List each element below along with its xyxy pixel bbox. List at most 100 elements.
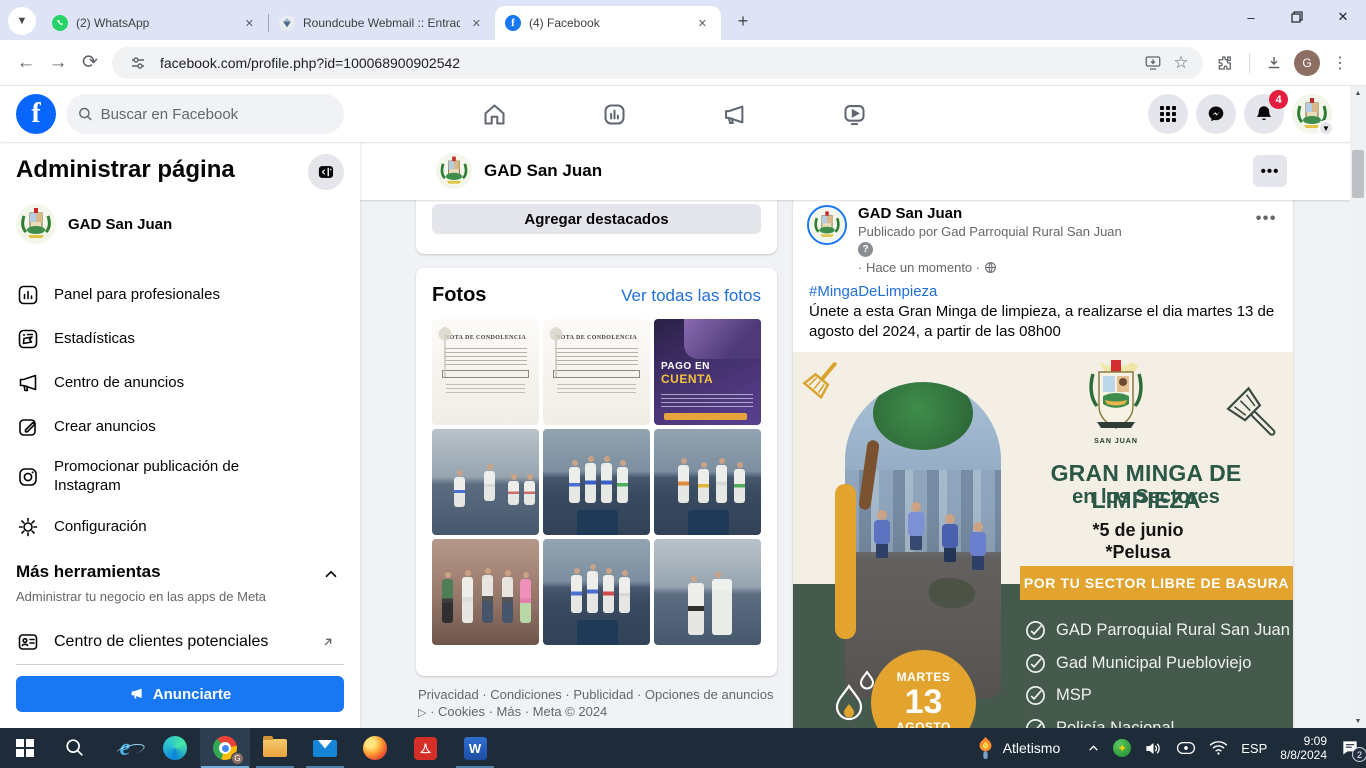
post-author-avatar[interactable] — [807, 205, 847, 245]
nav-video-tab[interactable] — [794, 86, 914, 142]
language-indicator[interactable]: ESP — [1241, 741, 1267, 756]
taskbar-edge[interactable] — [150, 728, 200, 768]
extensions-puzzle-icon[interactable] — [1209, 47, 1241, 79]
scrollbar-thumb[interactable] — [1352, 150, 1364, 198]
close-window-button[interactable]: ✕ — [1320, 0, 1366, 34]
photo-grid: NOTA DE CONDOLENCIA NOTA DE CONDOLENCIA — [432, 319, 761, 645]
meet-now-icon[interactable] — [1176, 739, 1196, 757]
page-scrollbar[interactable]: ▲ ▼ — [1350, 86, 1366, 728]
help-icon[interactable]: ? — [858, 242, 873, 257]
tab-whatsapp[interactable]: (2) WhatsApp ✕ — [42, 6, 268, 40]
footer-links-line2[interactable]: ▷ · Cookies · Más · Meta © 2024 — [418, 704, 777, 721]
tab-search-button[interactable]: ▼ — [8, 7, 36, 35]
tray-date: 8/8/2024 — [1280, 748, 1327, 762]
photo-thumbnail-judo-2[interactable] — [543, 429, 650, 535]
add-highlights-button[interactable]: Agregar destacados — [432, 204, 761, 234]
action-center-button[interactable]: 2 — [1340, 738, 1360, 758]
tab-facebook[interactable]: f (4) Facebook ✕ — [495, 6, 721, 40]
sidebar-item-estadisticas[interactable]: Estadísticas — [8, 317, 352, 361]
footer-links-line1[interactable]: Privacidad · Condiciones · Publicidad · … — [418, 687, 777, 704]
post-timestamp: · Hace un momento · — [858, 260, 1277, 275]
taskbar-acrobat[interactable] — [400, 728, 450, 768]
nav-ads-tab[interactable] — [674, 86, 794, 142]
clock[interactable]: 9:09 8/8/2024 — [1280, 734, 1327, 763]
photo-thumbnail-judo-1[interactable] — [432, 429, 539, 535]
sidebar-item-promocionar-instagram[interactable]: Promocionar publicación de Instagram — [8, 449, 352, 505]
tray-chevron-up-icon[interactable] — [1087, 742, 1100, 755]
search-input[interactable] — [101, 106, 332, 123]
back-icon[interactable]: ← — [10, 47, 42, 79]
browser-profile-avatar[interactable]: G — [1294, 50, 1320, 76]
sidebar-item-centro-anuncios[interactable]: Centro de anuncios — [8, 361, 352, 405]
scroll-down-icon[interactable]: ▼ — [1355, 714, 1362, 728]
taskbar-search-button[interactable] — [50, 728, 100, 768]
address-bar[interactable]: facebook.com/profile.php?id=100068900902… — [112, 47, 1203, 79]
see-all-photos-link[interactable]: Ver todas las fotos — [621, 286, 761, 306]
apps-menu-button[interactable] — [1148, 94, 1188, 134]
flyer-banner: POR TU SECTOR LIBRE DE BASURA — [1020, 566, 1293, 600]
facebook-center-nav — [434, 86, 914, 142]
advertise-button[interactable]: Anunciarte — [16, 676, 344, 712]
photo-thumbnail-coaches[interactable] — [654, 539, 761, 645]
profile-avatar-button[interactable]: ▼ — [1292, 94, 1332, 134]
photo-thumbnail-judo-3[interactable] — [654, 429, 761, 535]
facebook-logo[interactable]: f — [16, 94, 56, 134]
messenger-button[interactable] — [1196, 94, 1236, 134]
post-more-button[interactable]: ••• — [1256, 210, 1277, 228]
photo-thumbnail-condolencia-2[interactable]: NOTA DE CONDOLENCIA — [543, 319, 650, 425]
sidebar-page-row[interactable]: GAD San Juan — [16, 202, 172, 246]
sidebar-item-leads-center[interactable]: Centro de clientes potenciales — [8, 620, 352, 664]
scroll-up-icon[interactable]: ▲ — [1355, 86, 1362, 100]
broom-icon — [801, 356, 845, 400]
page-more-button[interactable]: ••• — [1253, 155, 1287, 187]
taskbar-firefox[interactable] — [350, 728, 400, 768]
taskbar-internet-explorer[interactable]: e — [100, 728, 150, 768]
more-tools-header[interactable]: Más herramientas — [16, 562, 344, 582]
photo-thumbnail-condolencia-1[interactable]: NOTA DE CONDOLENCIA — [432, 319, 539, 425]
bookmark-star-icon[interactable]: ☆ — [1167, 49, 1195, 77]
taskbar-weather[interactable]: Atletismo — [977, 736, 1061, 760]
san-juan-crest — [1085, 360, 1147, 440]
sidebar-item-configuracion[interactable]: Configuración — [8, 505, 352, 549]
install-app-icon[interactable] — [1139, 49, 1167, 77]
taskbar-mail[interactable] — [300, 728, 350, 768]
close-tab-icon[interactable]: ✕ — [241, 15, 258, 32]
photo-thumbnail-judo-4[interactable] — [543, 539, 650, 645]
start-button[interactable] — [0, 728, 50, 768]
close-tab-icon[interactable]: ✕ — [694, 15, 711, 32]
close-tab-icon[interactable]: ✕ — [468, 15, 485, 32]
restore-button[interactable] — [1274, 0, 1320, 34]
facebook-search[interactable] — [66, 94, 344, 134]
notification-count-badge: 2 — [1352, 747, 1366, 762]
forward-icon[interactable]: → — [42, 47, 74, 79]
collapse-sidebar-button[interactable] — [308, 154, 344, 190]
wifi-icon[interactable] — [1209, 740, 1228, 756]
downloads-icon[interactable] — [1258, 47, 1290, 79]
messenger-icon — [1204, 102, 1228, 126]
taskbar-file-explorer[interactable] — [250, 728, 300, 768]
browser-menu-icon[interactable]: ⋮ — [1324, 47, 1356, 79]
notifications-button[interactable]: 4 — [1244, 94, 1284, 134]
sidebar-item-panel-profesionales[interactable]: Panel para profesionales — [8, 273, 352, 317]
tab-roundcube[interactable]: Roundcube Webmail :: Entrada ✕ — [269, 6, 495, 40]
post-hashtag-link[interactable]: #MingaDeLimpieza — [793, 275, 1293, 300]
volume-icon[interactable] — [1144, 739, 1163, 758]
taskbar-chrome[interactable]: G — [200, 728, 250, 768]
sidebar-item-crear-anuncios[interactable]: Crear anuncios — [8, 405, 352, 449]
post-author-name[interactable]: GAD San Juan — [858, 205, 1277, 222]
post-image[interactable]: SAN JUAN GRAN MINGA DE LIM — [793, 352, 1293, 728]
page-avatar — [16, 204, 56, 244]
reload-icon[interactable]: ⟳ — [74, 47, 106, 79]
new-tab-button[interactable]: + — [729, 7, 757, 35]
nav-insights-tab[interactable] — [554, 86, 674, 142]
tray-time: 9:09 — [1280, 734, 1327, 748]
antivirus-tray-icon[interactable]: ✦ — [1113, 739, 1131, 757]
site-settings-icon[interactable] — [124, 49, 152, 77]
taskbar-word[interactable]: W — [450, 728, 500, 768]
page-avatar[interactable] — [436, 153, 472, 189]
photo-thumbnail-pago-en-cuenta[interactable]: PAGO EN CUENTA — [654, 319, 761, 425]
photo-thumbnail-group[interactable] — [432, 539, 539, 645]
minimize-button[interactable]: – — [1228, 0, 1274, 34]
nav-home-tab[interactable] — [434, 86, 554, 142]
leads-card-icon — [16, 630, 40, 654]
